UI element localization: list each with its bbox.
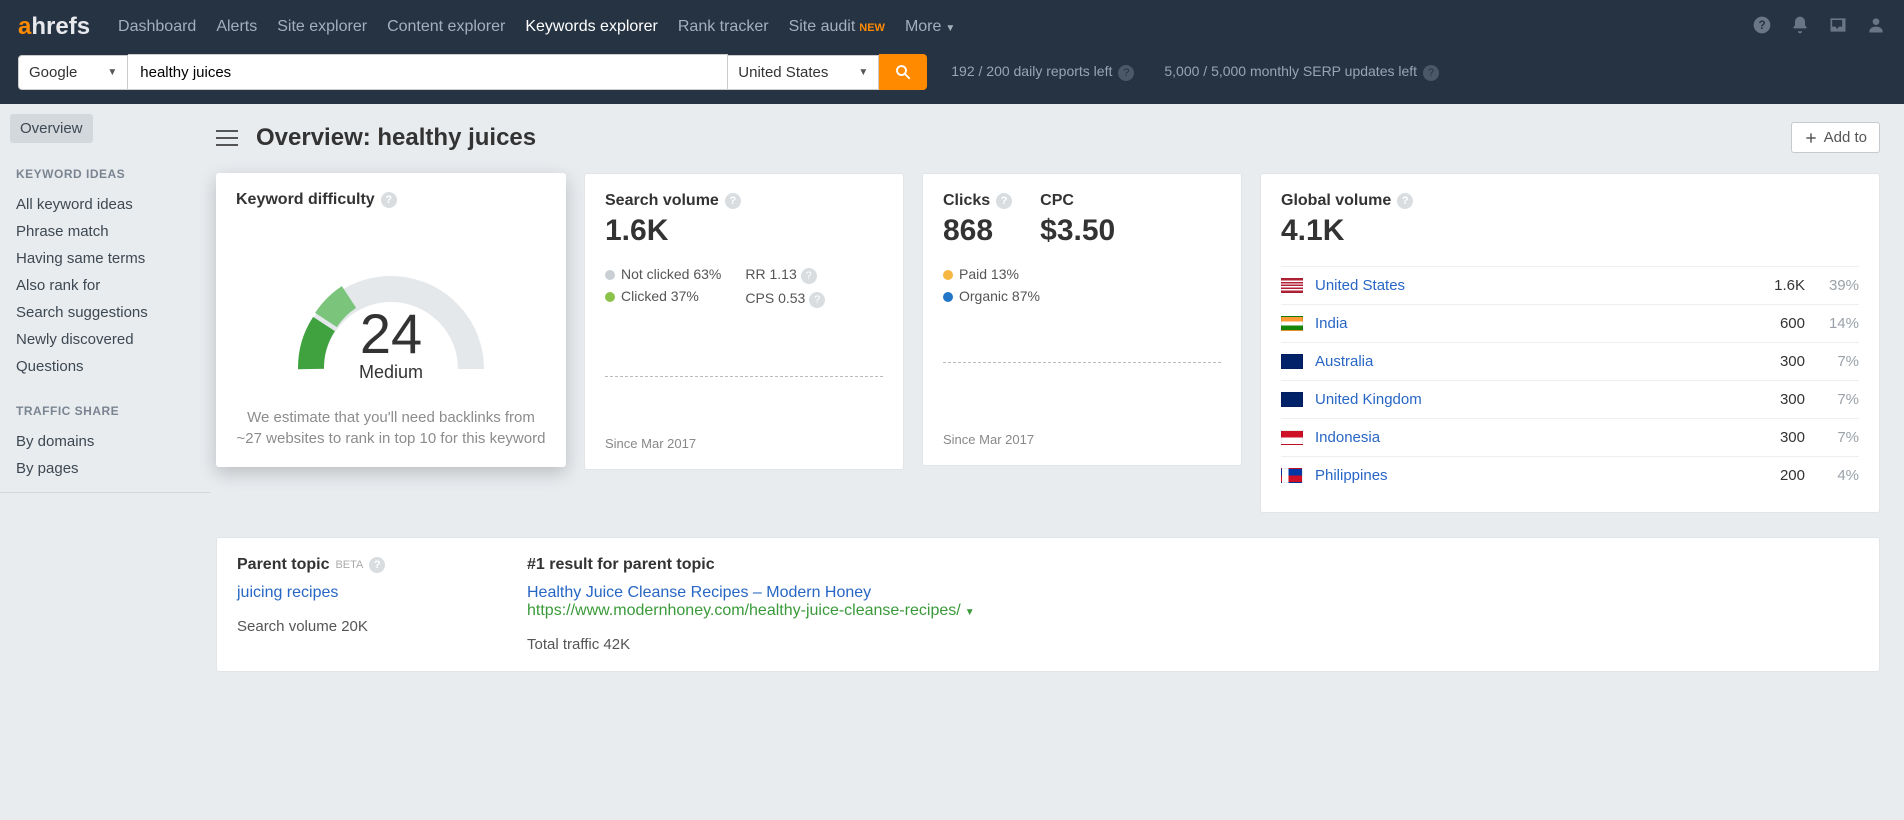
pt-total-traffic: Total traffic 42K <box>527 636 1859 653</box>
rr-stat: RR 1.13 ? <box>745 266 825 284</box>
parent-topic-link[interactable]: juicing recipes <box>237 584 338 601</box>
help-icon[interactable]: ? <box>1752 15 1772 40</box>
gv-country[interactable]: India <box>1315 315 1780 332</box>
nav-rank-tracker[interactable]: Rank tracker <box>678 18 769 36</box>
gv-row: United Kingdom300 7% <box>1281 380 1859 418</box>
sidebar-item-domains[interactable]: By domains <box>10 428 200 455</box>
gv-pct: 39% <box>1819 277 1859 294</box>
gv-country[interactable]: Australia <box>1315 353 1780 370</box>
flag-icon <box>1281 430 1303 445</box>
gv-val: 600 <box>1780 315 1805 332</box>
sidebar-item-pages[interactable]: By pages <box>10 455 200 482</box>
gv-val: 300 <box>1780 353 1805 370</box>
keyword-input[interactable] <box>128 54 728 90</box>
help-icon[interactable]: ? <box>1397 193 1413 209</box>
nav-content-explorer[interactable]: Content explorer <box>387 18 505 36</box>
cpc-value: $3.50 <box>1040 214 1115 248</box>
engine-select[interactable]: Google▼ <box>18 55 128 90</box>
nav-keywords-explorer[interactable]: Keywords explorer <box>525 18 658 36</box>
nav-more[interactable]: More▼ <box>905 18 955 36</box>
monthly-serp-stat: 5,000 / 5,000 monthly SERP updates left? <box>1164 63 1439 81</box>
gv-country[interactable]: Indonesia <box>1315 429 1780 446</box>
pt-result-url[interactable]: https://www.modernhoney.com/healthy-juic… <box>527 602 961 619</box>
gv-row: Australia300 7% <box>1281 342 1859 380</box>
card-global-volume: Global volume? 4.1K United States1.6K39%… <box>1260 173 1880 513</box>
search-volume-chart <box>605 326 883 426</box>
bell-icon[interactable] <box>1790 15 1810 40</box>
nav-dashboard[interactable]: Dashboard <box>118 18 196 36</box>
gv-country[interactable]: Philippines <box>1315 467 1780 484</box>
pt-result-title[interactable]: Healthy Juice Cleanse Recipes – Modern H… <box>527 584 871 601</box>
cps-stat: CPS 0.53 ? <box>745 290 825 308</box>
legend-organic: Organic 87% <box>943 288 1040 304</box>
sidebar-item-overview[interactable]: Overview <box>10 114 93 143</box>
svg-text:?: ? <box>1758 19 1765 32</box>
user-icon[interactable] <box>1866 15 1886 40</box>
sv-since: Since Mar 2017 <box>605 436 883 451</box>
flag-icon <box>1281 354 1303 369</box>
gv-row: Philippines200 4% <box>1281 456 1859 494</box>
clicks-value: 868 <box>943 214 1012 248</box>
sidebar-item-all[interactable]: All keyword ideas <box>10 191 200 218</box>
gv-row: Indonesia300 7% <box>1281 418 1859 456</box>
kd-value: 24 <box>281 301 501 366</box>
pt-search-volume: Search volume 20K <box>237 618 497 635</box>
gv-pct: 4% <box>1819 467 1859 484</box>
sidebar-item-also-rank[interactable]: Also rank for <box>10 272 200 299</box>
sidebar-item-phrase[interactable]: Phrase match <box>10 218 200 245</box>
legend-paid: Paid 13% <box>943 266 1040 282</box>
sidebar-heading-ideas: KEYWORD IDEAS <box>16 167 200 181</box>
add-to-button[interactable]: Add to <box>1791 122 1880 153</box>
card-keyword-difficulty: Keyword difficulty? 24 Medium We estimat… <box>216 173 566 467</box>
help-icon[interactable]: ? <box>996 193 1012 209</box>
legend-clicked: Clicked 37% <box>605 288 721 304</box>
gv-row: India600 14% <box>1281 304 1859 342</box>
gv-val: 300 <box>1780 391 1805 408</box>
gv-row: United States1.6K 39% <box>1281 266 1859 304</box>
help-icon[interactable]: ? <box>381 192 397 208</box>
flag-icon <box>1281 316 1303 331</box>
flag-icon <box>1281 392 1303 407</box>
page-title: Overview: healthy juices <box>256 124 1773 152</box>
gv-country[interactable]: United Kingdom <box>1315 391 1780 408</box>
sidebar-item-questions[interactable]: Questions <box>10 353 200 380</box>
help-icon[interactable]: ? <box>725 193 741 209</box>
global-volume-value: 4.1K <box>1281 214 1859 248</box>
gv-country[interactable]: United States <box>1315 277 1774 294</box>
flag-icon <box>1281 278 1303 293</box>
gv-pct: 7% <box>1819 391 1859 408</box>
sidebar-heading-traffic: TRAFFIC SHARE <box>16 404 200 418</box>
help-icon[interactable]: ? <box>369 557 385 573</box>
daily-reports-stat: 192 / 200 daily reports left? <box>951 63 1134 81</box>
sidebar-item-suggestions[interactable]: Search suggestions <box>10 299 200 326</box>
flag-icon <box>1281 468 1303 483</box>
nav-alerts[interactable]: Alerts <box>216 18 257 36</box>
sidebar-item-newly[interactable]: Newly discovered <box>10 326 200 353</box>
kd-note: We estimate that you'll need backlinks f… <box>236 407 546 449</box>
clicks-since: Since Mar 2017 <box>943 432 1221 447</box>
legend-not-clicked: Not clicked 63% <box>605 266 721 282</box>
gv-val: 1.6K <box>1774 277 1805 294</box>
menu-icon[interactable] <box>216 130 238 146</box>
card-search-volume: Search volume? 1.6K Not clicked 63% Clic… <box>584 173 904 470</box>
card-parent-topic: Parent topic BETA ? juicing recipes Sear… <box>216 537 1880 672</box>
gv-val: 200 <box>1780 467 1805 484</box>
gv-pct: 7% <box>1819 429 1859 446</box>
nav-site-audit[interactable]: Site auditNEW <box>789 18 885 36</box>
gv-pct: 14% <box>1819 315 1859 332</box>
nav-site-explorer[interactable]: Site explorer <box>277 18 367 36</box>
gv-val: 300 <box>1780 429 1805 446</box>
pt-result-label: #1 result for parent topic <box>527 556 1859 574</box>
clicks-chart <box>943 322 1221 422</box>
kd-level: Medium <box>281 362 501 383</box>
card-clicks: Clicks? 868 CPC $3.50 Paid 13% Organic 8… <box>922 173 1242 466</box>
sidebar-item-same-terms[interactable]: Having same terms <box>10 245 200 272</box>
search-volume-value: 1.6K <box>605 214 883 248</box>
inbox-icon[interactable] <box>1828 15 1848 40</box>
logo[interactable]: ahrefs <box>18 13 90 41</box>
country-select[interactable]: United States▼ <box>728 55 879 90</box>
search-button[interactable] <box>879 54 927 90</box>
gv-pct: 7% <box>1819 353 1859 370</box>
